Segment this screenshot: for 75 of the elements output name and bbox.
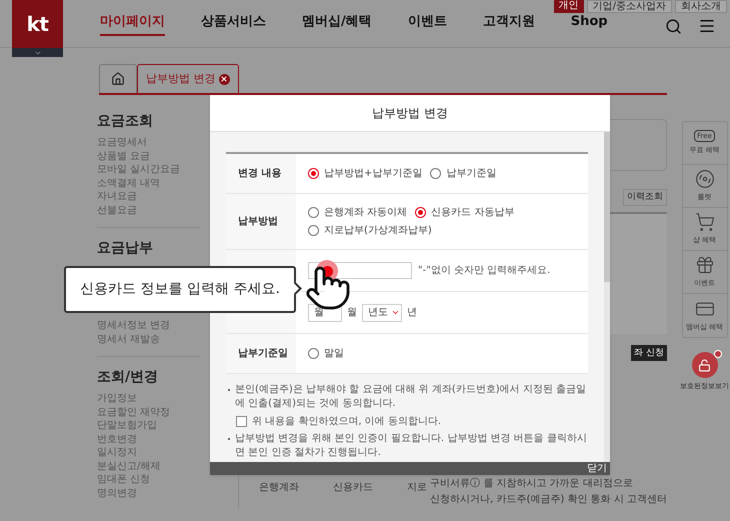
notice-text: 본인(예금주)은 납부해야 할 요금에 대해 위 계좌(카드번호)에서 지정된 출금일에 인출(결제)되는 것에 동의합니다.: [235, 383, 588, 411]
sidebar-link[interactable]: 자녀요금: [97, 190, 200, 204]
modal-title: 납부방법 변경: [372, 105, 448, 122]
top-link[interactable]: 회사소개: [675, 0, 727, 13]
radio-button[interactable]: [308, 348, 319, 359]
nav-link[interactable]: 상품서비스: [201, 12, 266, 36]
sidebar-link[interactable]: 명의변경: [97, 486, 200, 500]
radio-label[interactable]: 지로납부(가상계좌납부): [324, 223, 432, 238]
sidebar-heading: 조회/변경: [97, 368, 160, 387]
label-cell: 납부기준일: [226, 334, 296, 373]
sidebar-link[interactable]: 임대폰 신청: [97, 473, 200, 486]
radio-button[interactable]: [430, 168, 442, 179]
table-cell-text: 은행계좌: [259, 481, 299, 495]
radio-label[interactable]: 말일: [324, 346, 344, 361]
sidebar-link[interactable]: 가입정보: [97, 392, 200, 406]
radio-label[interactable]: 은행계좌 자동이체: [324, 205, 408, 220]
nav-link[interactable]: 멤버십/혜택: [302, 12, 372, 36]
top-link[interactable]: 기업/중소사업자: [586, 0, 672, 13]
radio-button[interactable]: [308, 207, 319, 218]
sidebar-link[interactable]: 단말보험가입: [97, 419, 200, 432]
page-tab[interactable]: 납부방법 변경: [137, 64, 238, 93]
cart-icon: [694, 212, 714, 232]
search-icon[interactable]: [665, 18, 682, 34]
tooltip: 신용카드 정보를 입력해 주세요.: [64, 266, 296, 313]
close-icon[interactable]: [218, 74, 230, 84]
apply-button[interactable]: 좌 신청: [631, 345, 667, 361]
note-text: 신청하시거나, 카드주(예금주) 확인 통화 시 고객센터: [430, 493, 667, 507]
caret-icon: [391, 308, 400, 317]
radio-label[interactable]: 납부기준일: [446, 166, 496, 181]
home-tab[interactable]: [99, 64, 137, 93]
agree-checkbox[interactable]: [236, 416, 247, 427]
sidebar-link[interactable]: 모바일 실시간요금: [97, 163, 200, 176]
sidebar-link[interactable]: 요금명세서: [97, 136, 200, 150]
close-button[interactable]: 닫기: [587, 462, 607, 475]
radio-label[interactable]: 신용카드 자동납부: [431, 205, 514, 220]
radio-button[interactable]: [308, 168, 319, 179]
hint-text: "-"없이 숫자만 입력해주세요.: [418, 264, 550, 278]
roulette-icon: [694, 169, 714, 190]
sidebar-heading: 요금납부: [97, 239, 154, 258]
label-cell: 납부방법: [226, 194, 296, 249]
gift-icon: [694, 255, 714, 276]
sidebar-link[interactable]: 분실신고/해제: [97, 460, 200, 473]
top-link[interactable]: 개인: [554, 0, 584, 13]
sidebar-link[interactable]: 명세서 재발송: [97, 332, 200, 346]
nav-link[interactable]: 이벤트: [408, 12, 447, 36]
unit-label: 월: [347, 306, 357, 320]
nav-link[interactable]: 고객지원: [482, 12, 535, 36]
kt-logo[interactable]: kt: [12, 0, 63, 48]
sidebar-link[interactable]: 소액결제 내역: [97, 176, 200, 190]
scrollbar[interactable]: [604, 132, 610, 462]
sidebar-link[interactable]: 선불요금: [97, 204, 200, 217]
checkbox-label[interactable]: 위 내용을 확인하였으며, 이에 동의합니다.: [252, 414, 442, 429]
radio-label[interactable]: 납부방법+납부기준일: [324, 166, 422, 181]
lock-button[interactable]: [692, 352, 718, 378]
note-text: 구비서류ⓘ 를 지참하시고 가까운 대리점으로: [430, 476, 634, 491]
sidebar-link[interactable]: 상품별 요금: [97, 150, 200, 163]
table-cell-text: 지로: [407, 481, 427, 495]
sidebar-link[interactable]: 일시정지: [97, 446, 200, 460]
nav-link[interactable]: 마이페이지: [100, 12, 165, 36]
sidebar-link[interactable]: 요금할인 재약정: [97, 406, 200, 419]
notice-text: 납부방법 변경을 위해 본인 인증이 필요합니다. 납부방법 변경 버튼을 클릭하시면 본인 인증 절차가 진행됩니다.: [235, 432, 588, 460]
nav-link[interactable]: Shop: [570, 12, 608, 36]
sidebar-heading: 요금조회: [97, 112, 154, 131]
lock-icon: [698, 358, 711, 372]
sidebar-link[interactable]: 번호변경: [97, 432, 200, 446]
radio-button[interactable]: [308, 225, 319, 236]
label-cell: 변경 내용: [226, 154, 296, 193]
sidebar-link[interactable]: 명세서정보 변경: [97, 319, 200, 332]
table-cell-text: 신용카드: [333, 481, 373, 495]
history-button[interactable]: 이력조회: [623, 189, 667, 206]
radio-button[interactable]: [415, 207, 426, 218]
home-icon: [111, 72, 125, 86]
unit-label: 년: [407, 306, 417, 320]
year-select[interactable]: 년도: [362, 304, 402, 322]
menu-icon[interactable]: [698, 17, 716, 35]
